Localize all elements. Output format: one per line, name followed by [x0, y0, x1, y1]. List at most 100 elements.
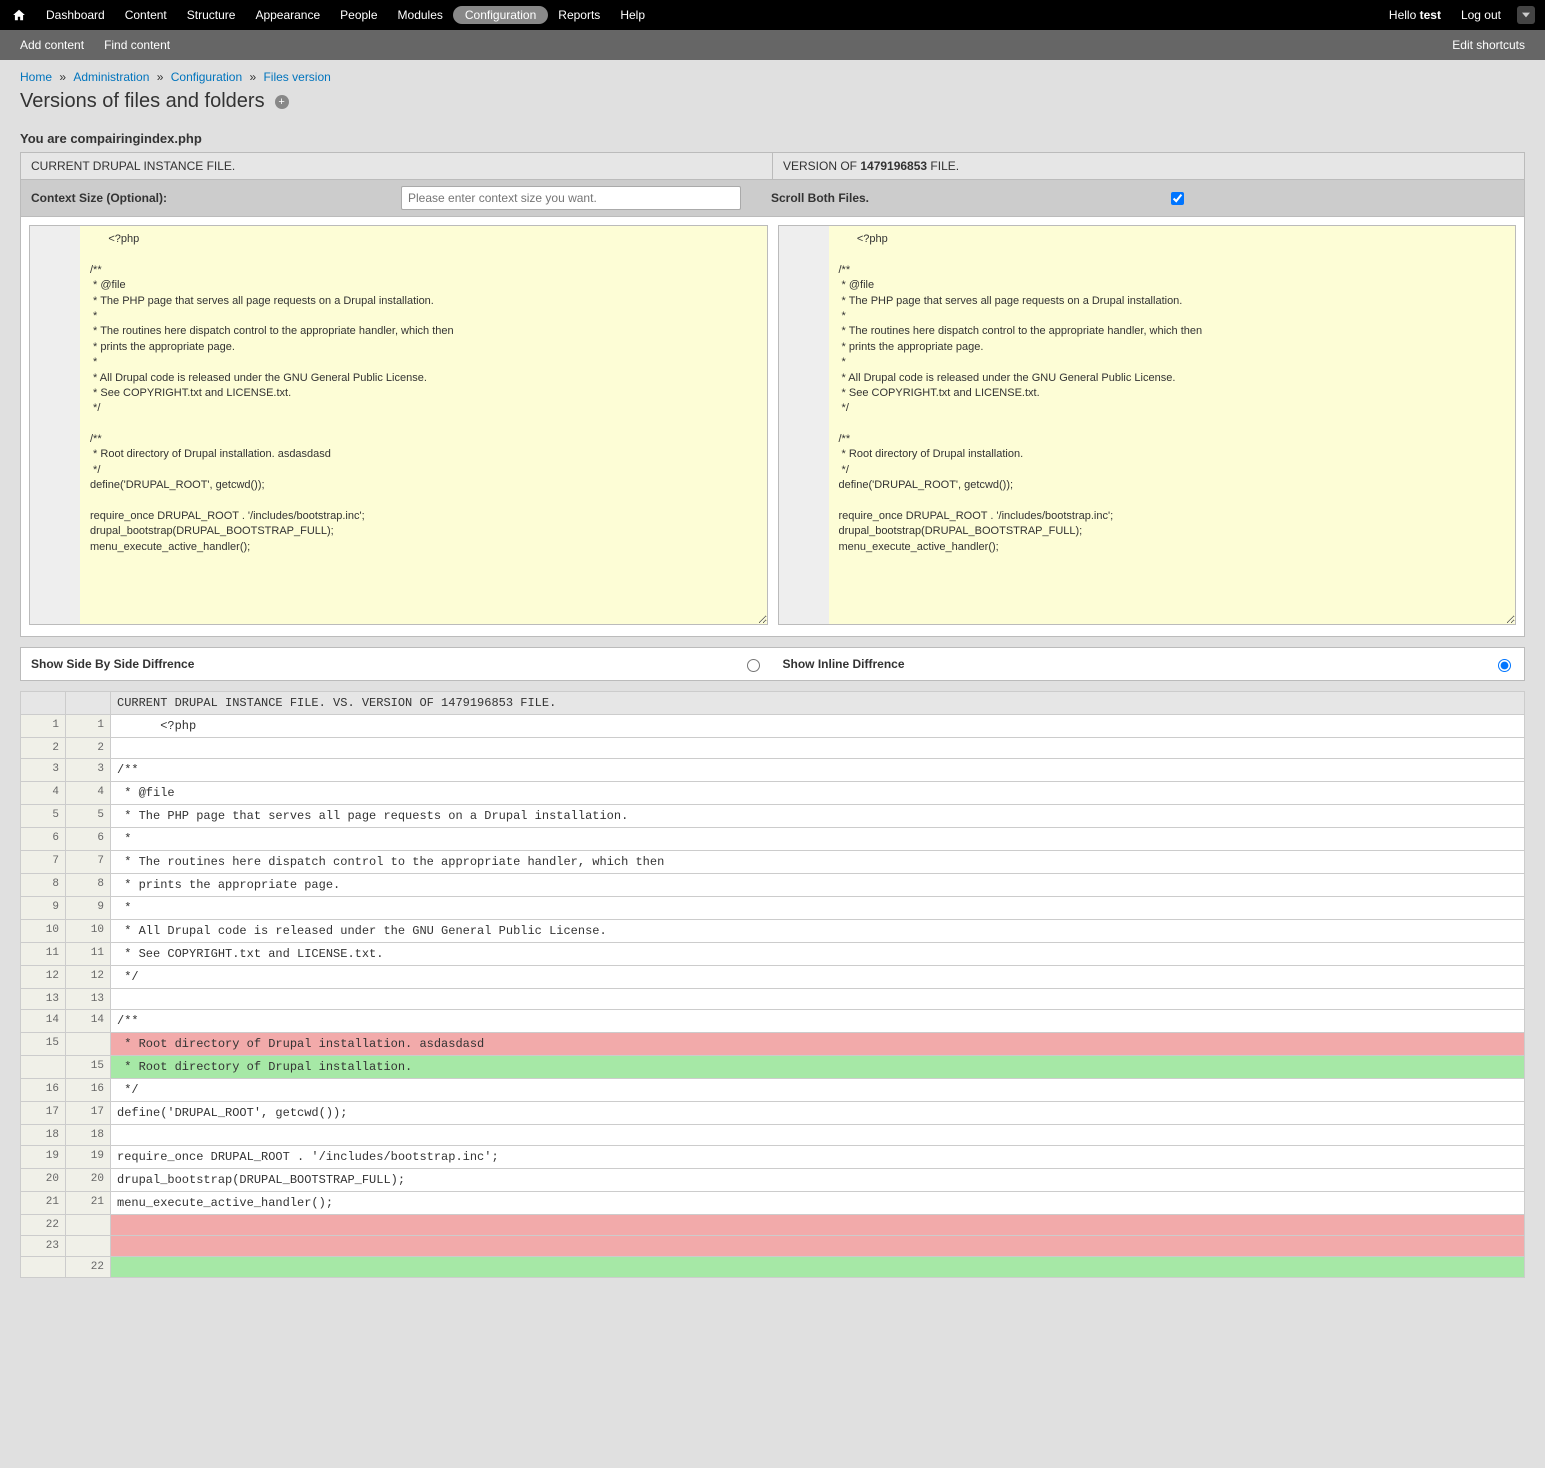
right-line-number: 10	[66, 920, 111, 943]
diff-code: * Root directory of Drupal installation.	[111, 1056, 1525, 1079]
menu-item-configuration[interactable]: Configuration	[453, 6, 548, 24]
right-file-header: VERSION OF 1479196853 FILE.	[773, 153, 1524, 179]
right-line-number	[66, 1033, 111, 1056]
diff-code: *	[111, 828, 1525, 851]
context-size-label: Context Size (Optional):	[31, 191, 391, 205]
shortcut-bar: Add contentFind content Edit shortcuts	[0, 30, 1545, 60]
diff-code: * @file	[111, 782, 1525, 805]
right-line-number: 14	[66, 1010, 111, 1033]
right-line-number: 2	[66, 738, 111, 759]
scroll-both-checkbox[interactable]	[1171, 192, 1184, 205]
context-row: Context Size (Optional): Scroll Both Fil…	[20, 180, 1525, 217]
diff-row: 23	[21, 1236, 1525, 1257]
diff-row: 15 * Root directory of Drupal installati…	[21, 1033, 1525, 1056]
file-panes	[20, 217, 1525, 637]
diff-code: drupal_bootstrap(DRUPAL_BOOTSTRAP_FULL);	[111, 1169, 1525, 1192]
diff-row: 15 * Root directory of Drupal installati…	[21, 1056, 1525, 1079]
breadcrumb-link[interactable]: Home	[20, 70, 52, 84]
menu-item-reports[interactable]: Reports	[548, 0, 610, 30]
side-by-side-radio[interactable]	[747, 659, 760, 672]
diff-row: 22	[21, 1257, 1525, 1278]
left-line-number: 5	[21, 805, 66, 828]
edit-shortcuts-link[interactable]: Edit shortcuts	[1442, 38, 1535, 52]
right-line-number: 8	[66, 874, 111, 897]
menu-item-appearance[interactable]: Appearance	[245, 0, 330, 30]
diff-row: 1010 * All Drupal code is released under…	[21, 920, 1525, 943]
left-line-number: 2	[21, 738, 66, 759]
breadcrumb-link[interactable]: Files version	[263, 70, 330, 84]
diff-row: 2121menu_execute_active_handler();	[21, 1192, 1525, 1215]
right-line-number: 6	[66, 828, 111, 851]
diff-code: * The PHP page that serves all page requ…	[111, 805, 1525, 828]
menu-item-content[interactable]: Content	[115, 0, 177, 30]
diff-row: 33/**	[21, 759, 1525, 782]
left-line-number: 22	[21, 1215, 66, 1236]
menu-item-dashboard[interactable]: Dashboard	[36, 0, 115, 30]
diff-row: 1313	[21, 989, 1525, 1010]
diff-row: 66 *	[21, 828, 1525, 851]
breadcrumb-separator: »	[52, 70, 73, 84]
right-line-number: 3	[66, 759, 111, 782]
diff-table: CURRENT DRUPAL INSTANCE FILE. VS. VERSIO…	[20, 691, 1525, 1278]
context-size-input[interactable]	[401, 186, 741, 210]
right-line-number: 22	[66, 1257, 111, 1278]
diff-code: menu_execute_active_handler();	[111, 1192, 1525, 1215]
shortcut-find-content[interactable]: Find content	[94, 38, 180, 52]
left-line-number	[21, 1257, 66, 1278]
diff-row: 99 *	[21, 897, 1525, 920]
shortcut-add-content[interactable]: Add content	[10, 38, 94, 52]
left-line-number: 11	[21, 943, 66, 966]
diff-code: * See COPYRIGHT.txt and LICENSE.txt.	[111, 943, 1525, 966]
left-line-number: 21	[21, 1192, 66, 1215]
menu-item-structure[interactable]: Structure	[177, 0, 246, 30]
menu-item-help[interactable]: Help	[610, 0, 655, 30]
diff-code: */	[111, 1079, 1525, 1102]
right-line-number: 4	[66, 782, 111, 805]
menu-item-people[interactable]: People	[330, 0, 387, 30]
right-line-number: 7	[66, 851, 111, 874]
diff-code: */	[111, 966, 1525, 989]
diff-row: 22	[21, 738, 1525, 759]
comparing-line: You are compairingindex.php	[20, 131, 1525, 146]
right-line-number: 9	[66, 897, 111, 920]
admin-menu: DashboardContentStructureAppearancePeopl…	[36, 0, 655, 30]
diff-code	[111, 1236, 1525, 1257]
add-shortcut-icon[interactable]: +	[275, 95, 289, 109]
scroll-both-label: Scroll Both Files.	[771, 191, 1157, 205]
left-line-number: 8	[21, 874, 66, 897]
left-line-number: 10	[21, 920, 66, 943]
page-title: Versions of files and folders +	[20, 90, 1525, 113]
left-line-number: 23	[21, 1236, 66, 1257]
breadcrumb-separator: »	[149, 70, 170, 84]
left-file-header: CURRENT DRUPAL INSTANCE FILE.	[21, 153, 773, 179]
breadcrumb: Home » Administration » Configuration » …	[20, 70, 1525, 84]
left-line-number: 18	[21, 1125, 66, 1146]
dropdown-toggle-icon[interactable]	[1517, 6, 1535, 24]
diff-code	[111, 989, 1525, 1010]
inline-radio[interactable]	[1498, 659, 1511, 672]
right-line-number: 1	[66, 715, 111, 738]
right-line-number	[66, 1236, 111, 1257]
diff-code: * Root directory of Drupal installation.…	[111, 1033, 1525, 1056]
left-line-number: 7	[21, 851, 66, 874]
right-line-number: 17	[66, 1102, 111, 1125]
home-icon[interactable]	[10, 6, 28, 24]
diff-code: /**	[111, 1010, 1525, 1033]
diff-code	[111, 1257, 1525, 1278]
page-header: Home » Administration » Configuration » …	[0, 60, 1545, 123]
left-line-number: 17	[21, 1102, 66, 1125]
right-line-number: 5	[66, 805, 111, 828]
right-file-textarea[interactable]	[778, 225, 1517, 625]
left-line-number: 12	[21, 966, 66, 989]
menu-item-modules[interactable]: Modules	[388, 0, 453, 30]
left-file-textarea[interactable]	[29, 225, 768, 625]
breadcrumb-link[interactable]: Administration	[73, 70, 149, 84]
diff-row: 1414/**	[21, 1010, 1525, 1033]
right-line-number: 21	[66, 1192, 111, 1215]
breadcrumb-link[interactable]: Configuration	[171, 70, 242, 84]
side-by-side-label: Show Side By Side Diffrence	[31, 657, 742, 671]
view-toggle-row: Show Side By Side Diffrence Show Inline …	[20, 647, 1525, 681]
diff-row: 77 * The routines here dispatch control …	[21, 851, 1525, 874]
diff-table-header: CURRENT DRUPAL INSTANCE FILE. VS. VERSIO…	[21, 692, 1525, 715]
logout-link[interactable]: Log out	[1451, 8, 1511, 22]
